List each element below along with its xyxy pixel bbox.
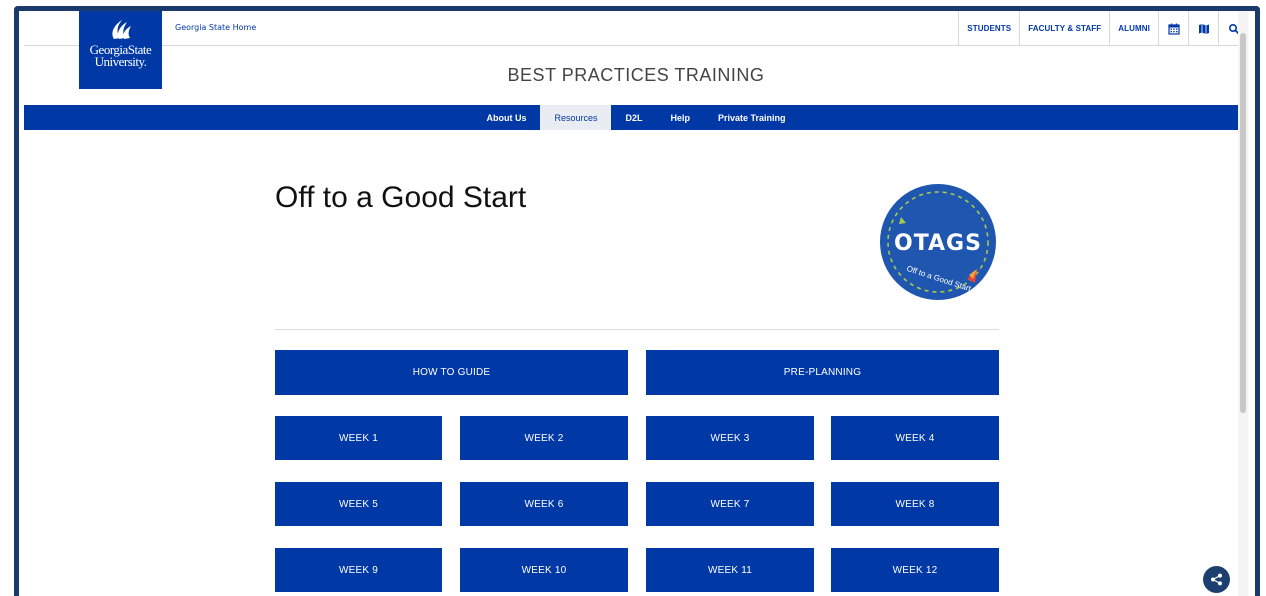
georgia-state-home-link[interactable]: Georgia State Home xyxy=(175,23,256,32)
flame-logo-icon xyxy=(111,20,131,39)
share-icon xyxy=(1211,573,1222,586)
share-button[interactable] xyxy=(1203,566,1230,593)
main-nav: About Us Resources D2L Help Private Trai… xyxy=(24,105,1248,130)
how-to-guide-button[interactable]: HOW TO GUIDE xyxy=(275,350,628,395)
week-4-button[interactable]: WEEK 4 xyxy=(831,416,999,460)
map-button[interactable] xyxy=(1188,11,1218,46)
faculty-staff-link[interactable]: FACULTY & STAFF xyxy=(1019,11,1109,46)
nav-resources[interactable]: Resources xyxy=(540,105,612,130)
nav-about-us[interactable]: About Us xyxy=(472,105,540,130)
week-5-button[interactable]: WEEK 5 xyxy=(275,482,442,526)
nav-private-training[interactable]: Private Training xyxy=(704,105,800,130)
page-title: Off to a Good Start xyxy=(275,181,527,214)
week-9-button[interactable]: WEEK 9 xyxy=(275,548,442,592)
calendar-button[interactable] xyxy=(1158,11,1188,46)
badge-acronym: OTAGS xyxy=(894,231,982,256)
site-title: BEST PRACTICES TRAINING xyxy=(507,65,765,85)
pre-planning-button[interactable]: PRE-PLANNING xyxy=(646,350,999,395)
calendar-icon xyxy=(1167,23,1180,35)
utility-bar: Georgia State Home STUDENTS FACULTY & ST… xyxy=(24,11,1248,46)
nav-d2l[interactable]: D2L xyxy=(611,105,656,130)
map-icon xyxy=(1198,23,1209,34)
content-divider xyxy=(275,329,999,330)
week-8-button[interactable]: WEEK 8 xyxy=(831,482,999,526)
week-7-button[interactable]: WEEK 7 xyxy=(646,482,814,526)
nav-help[interactable]: Help xyxy=(657,105,705,130)
vertical-scrollbar[interactable] xyxy=(1238,11,1248,596)
otags-badge: OTAGS Off to a Good Start xyxy=(880,184,996,300)
week-6-button[interactable]: WEEK 6 xyxy=(460,482,628,526)
alumni-link[interactable]: ALUMNI xyxy=(1109,11,1158,46)
week-10-button[interactable]: WEEK 10 xyxy=(460,548,628,592)
scrollbar-thumb[interactable] xyxy=(1240,33,1246,413)
utility-links: STUDENTS FACULTY & STAFF ALUMNI xyxy=(958,11,1248,46)
page: Georgia State Home STUDENTS FACULTY & ST… xyxy=(24,11,1248,596)
week-2-button[interactable]: WEEK 2 xyxy=(460,416,628,460)
week-3-button[interactable]: WEEK 3 xyxy=(646,416,814,460)
browser-frame: Georgia State Home STUDENTS FACULTY & ST… xyxy=(14,6,1260,596)
week-1-button[interactable]: WEEK 1 xyxy=(275,416,442,460)
students-link[interactable]: STUDENTS xyxy=(958,11,1019,46)
week-12-button[interactable]: WEEK 12 xyxy=(831,548,999,592)
week-11-button[interactable]: WEEK 11 xyxy=(646,548,814,592)
